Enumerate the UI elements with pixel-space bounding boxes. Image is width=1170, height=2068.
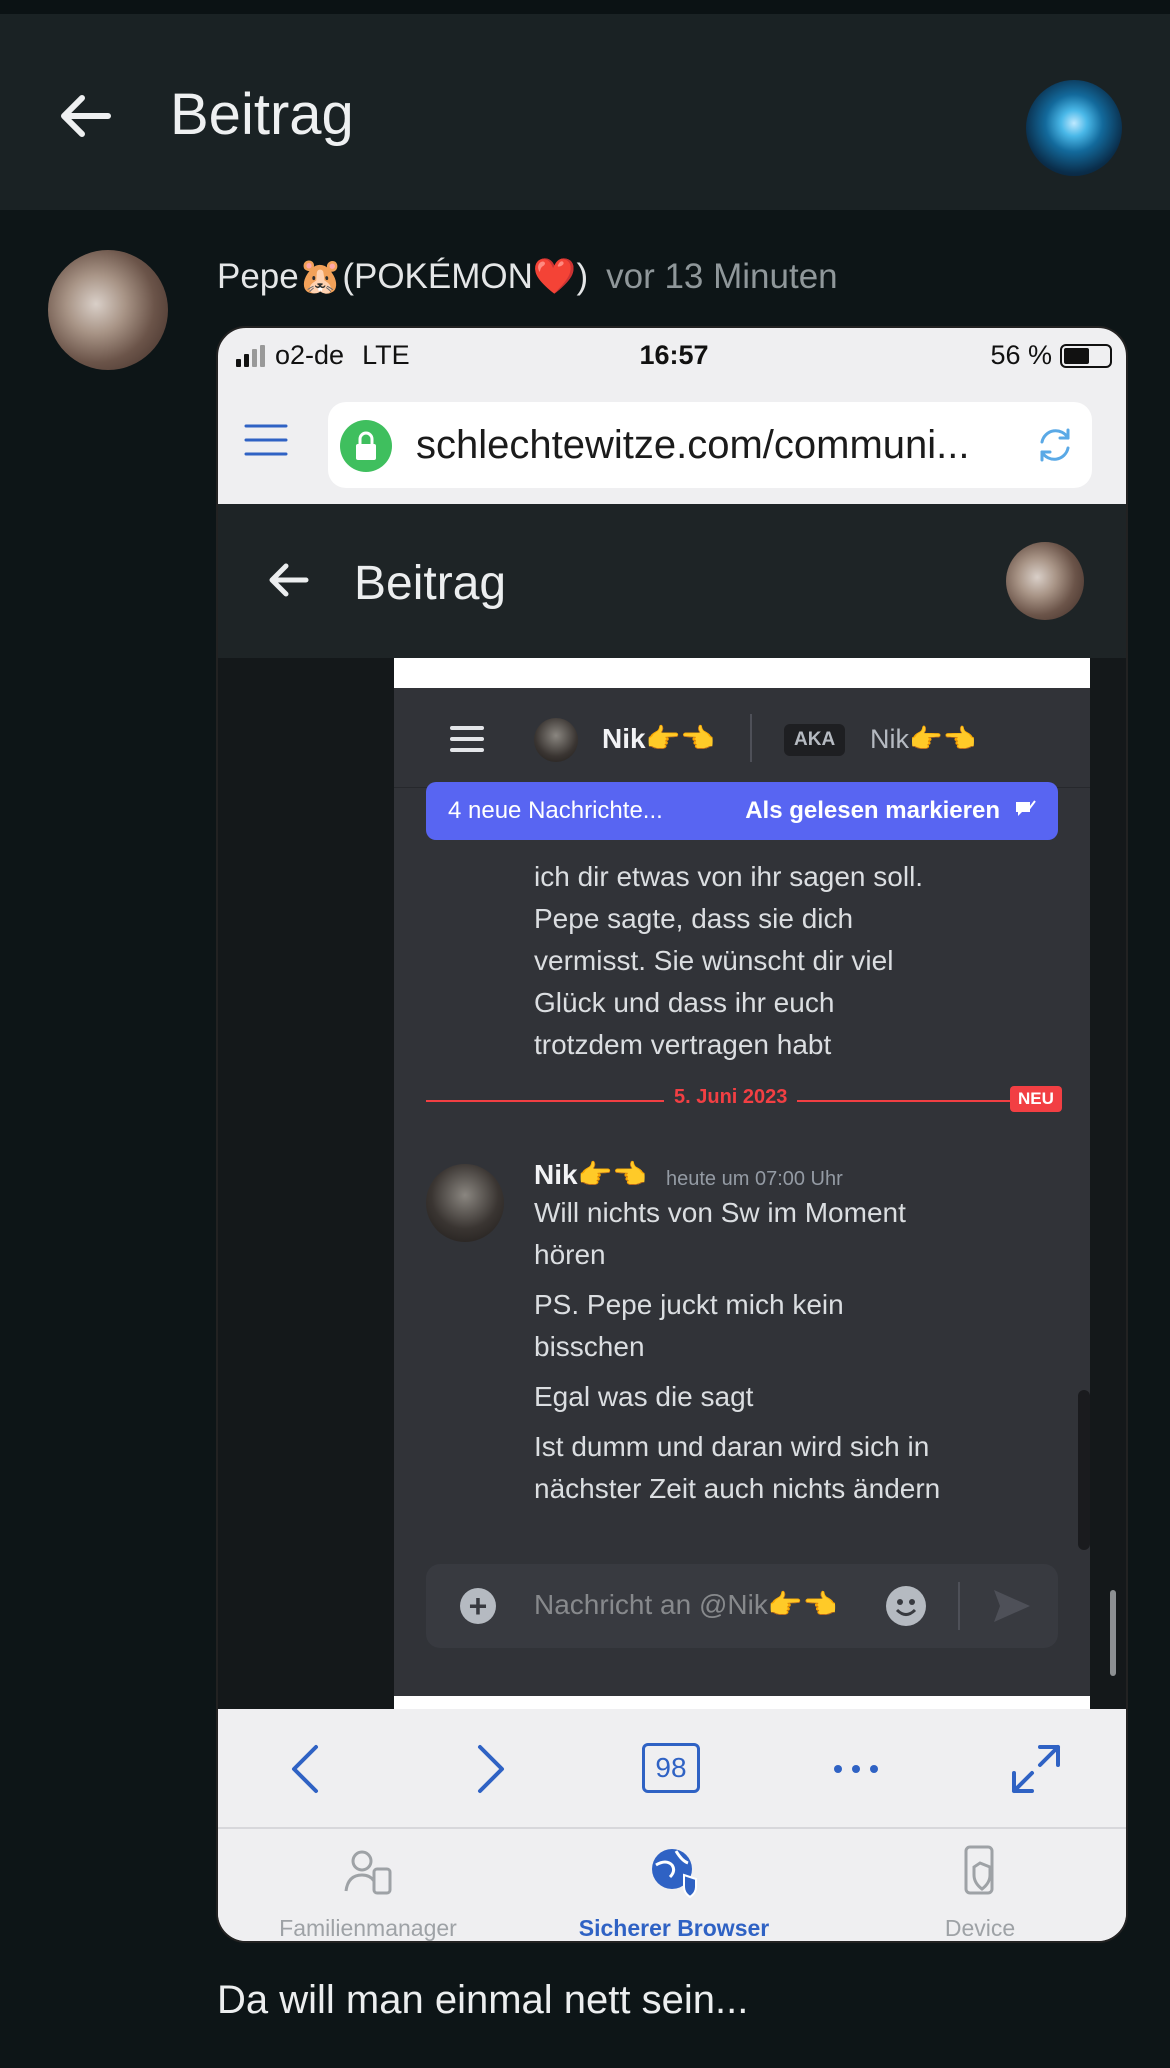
author-name[interactable]: Pepe🐹(POKÉMON❤️) <box>217 257 588 296</box>
send-icon <box>994 1590 1030 1622</box>
aka-badge: AKA <box>784 724 846 756</box>
battery-icon <box>1060 343 1112 368</box>
dm-user-name: Nik👉👈 <box>602 723 716 754</box>
aka-name: Nik👉👈 <box>870 724 977 754</box>
emoji-icon <box>886 1586 926 1626</box>
message-2: PS. Pepe juckt mich kein bisschen <box>534 1284 844 1368</box>
nav-label: Sicherer Browser <box>578 1915 770 1941</box>
device-shield-icon <box>964 1845 994 1895</box>
lock-icon <box>340 420 392 472</box>
nav-label: Device <box>944 1915 1016 1941</box>
new-badge: NEU <box>1010 1086 1062 1112</box>
back-icon[interactable] <box>276 1737 340 1801</box>
user-avatar[interactable] <box>1026 80 1122 176</box>
bottom-navigation: Familienmanager Sicherer Browser Device <box>218 1829 1126 1941</box>
inner-app-bar: Beitrag <box>218 504 1126 658</box>
message-composer: + Nachricht an @Nik👉👈 <box>426 1564 1058 1648</box>
author-avatar[interactable] <box>48 250 168 370</box>
message-line: bisschen <box>534 1331 645 1362</box>
header-divider <box>750 714 752 762</box>
previous-message: ich dir etwas von ihr sagen soll. Pepe s… <box>534 856 923 1066</box>
nav-device[interactable]: Device <box>850 1843 1110 1941</box>
message-line: ich dir etwas von ihr sagen soll. <box>534 861 924 892</box>
menu-icon <box>450 726 484 752</box>
message-4: Ist dumm und daran wird sich in nächster… <box>534 1426 940 1510</box>
battery-percent: 56 % <box>990 340 1052 370</box>
secure-globe-icon <box>652 1849 697 1899</box>
fullscreen-icon[interactable] <box>1004 1737 1068 1801</box>
message-line: trotzdem vertragen habt <box>534 1029 832 1060</box>
composer-divider <box>958 1582 960 1630</box>
more-icon[interactable] <box>824 1737 888 1801</box>
post-image-screenshot[interactable]: o2-de LTE 16:57 56 % schlechtewitze.com/… <box>216 326 1128 1943</box>
message-line: Glück und dass ihr euch <box>534 987 835 1018</box>
message-line: Will nichts von Sw im Moment <box>534 1197 906 1228</box>
app-bar: Beitrag <box>0 14 1170 210</box>
address-bar[interactable]: schlechtewitze.com/communi... <box>328 402 1092 488</box>
post-header: Pepe🐹(POKÉMON❤️) vor 13 Minuten <box>217 256 838 297</box>
image-border-top <box>394 658 1090 688</box>
message-line: Ist dumm und daran wird sich in <box>534 1431 930 1462</box>
mark-read-icon <box>1016 800 1036 816</box>
dm-user-avatar <box>534 718 578 762</box>
new-messages-count: 4 neue Nachrichte... <box>448 797 663 824</box>
message-line: vermisst. Sie wünscht dir viel <box>534 945 894 976</box>
message-line: PS. Pepe juckt mich kein <box>534 1289 844 1320</box>
inner-avatar <box>1006 542 1084 620</box>
message-author-avatar <box>426 1164 504 1242</box>
browser-address-row: schlechtewitze.com/communi... <box>218 384 1126 504</box>
composer-placeholder: Nachricht an @Nik👉👈 <box>534 1589 838 1620</box>
new-messages-bar: 4 neue Nachrichte... Als gelesen markier… <box>426 782 1058 840</box>
page-title: Beitrag <box>170 82 354 147</box>
back-arrow-icon[interactable] <box>56 86 116 146</box>
hamburger-menu-icon[interactable] <box>244 422 288 458</box>
date-divider: 5. Juni 2023 <box>664 1086 798 1109</box>
message-1: Will nichts von Sw im Moment hören <box>534 1192 906 1276</box>
family-icon <box>344 1850 392 1895</box>
discord-screenshot: Nik👉👈 AKA Nik👉👈 4 neue Nachrichte... Als… <box>394 658 1090 1709</box>
chat-scrollbar <box>1078 1390 1090 1550</box>
message-line: nächster Zeit auch nichts ändern <box>534 1473 941 1504</box>
post-time: vor 13 Minuten <box>606 257 838 296</box>
nav-label: Familienmanager <box>279 1915 457 1941</box>
inner-back-arrow-icon <box>269 563 309 597</box>
browser-toolbar: 98 <box>218 1709 1126 1829</box>
message-3: Egal was die sagt <box>534 1376 753 1418</box>
nav-familienmanager[interactable]: Familienmanager <box>238 1843 498 1941</box>
mark-read-label: Als gelesen markieren <box>745 797 1000 824</box>
message-line: Pepe sagte, dass sie dich <box>534 903 854 934</box>
post-caption: Da will man einmal nett sein... <box>217 1978 749 2022</box>
phone-status-bar: o2-de LTE 16:57 56 % <box>218 328 1126 384</box>
message-line: Egal was die sagt <box>534 1381 754 1412</box>
url-text[interactable]: schlechtewitze.com/communi... <box>416 423 970 468</box>
reload-icon[interactable] <box>1032 422 1078 468</box>
add-attachment-icon: + <box>460 1588 496 1624</box>
inner-page-title: Beitrag <box>354 557 507 610</box>
message-line: hören <box>534 1239 606 1270</box>
message-author-name: Nik👉👈 <box>534 1159 648 1190</box>
tabs-button[interactable]: 98 <box>642 1743 700 1793</box>
nav-sicherer-browser[interactable]: Sicherer Browser <box>544 1843 804 1941</box>
browser-scrollbar <box>1110 1590 1116 1676</box>
forward-icon[interactable] <box>456 1737 520 1801</box>
image-border-bottom <box>394 1696 1090 1709</box>
browser-viewport: Beitrag Nik👉👈 AKA Nik👉👈 4 neue Nachricht… <box>218 504 1126 1709</box>
message-timestamp: heute um 07:00 Uhr <box>666 1168 843 1190</box>
dm-header: Nik👉👈 AKA Nik👉👈 <box>394 688 1090 788</box>
status-strip <box>0 0 1170 14</box>
